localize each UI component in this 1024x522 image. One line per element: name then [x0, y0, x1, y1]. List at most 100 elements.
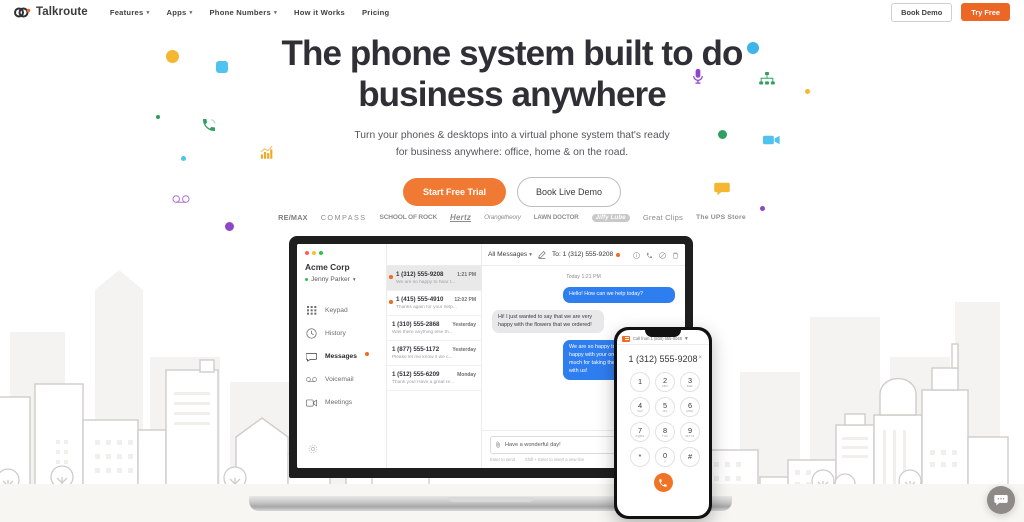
message-filter-dropdown[interactable]: All Messages ▾ — [488, 251, 532, 258]
dialpad-key-2[interactable]: 2 ABC — [655, 372, 675, 392]
nav-item-pricing[interactable]: Pricing — [362, 8, 390, 17]
message-input-value: Have a wonderful day! — [505, 442, 561, 448]
brand-logo[interactable]: Talkroute — [14, 6, 88, 18]
dialpad-key-3[interactable]: 3 DEF — [680, 372, 700, 392]
nav-item-how-it-works[interactable]: How it Works — [294, 8, 345, 17]
close-icon[interactable] — [305, 251, 309, 255]
hero-section: The phone system built to do business an… — [0, 34, 1024, 208]
dialpad-key-9[interactable]: 9 WXYZ — [680, 422, 700, 442]
sidebar-item-history[interactable]: History — [297, 328, 386, 339]
app-menu: Keypad History Messages Voicemail Meetin… — [297, 305, 386, 408]
hero-title-line-1: The phone system built to do — [281, 34, 744, 73]
conversation-recipient: To: 1 (312) 555-9208 — [551, 251, 621, 258]
nav-item-phone-numbers[interactable]: Phone Numbers ▾ — [209, 8, 277, 17]
attachment-icon[interactable] — [496, 440, 501, 450]
talkroute-logo-icon — [14, 6, 31, 18]
unread-dot-icon — [389, 300, 393, 304]
message-filter-label: All Messages — [488, 251, 528, 258]
dialpad-key-letters: ABC — [661, 383, 669, 388]
message-list-item[interactable]: 1 (312) 555-9208 1:21 PM We are so happy… — [387, 266, 481, 291]
nav-item-apps[interactable]: Apps ▾ — [166, 8, 192, 17]
clear-number-icon[interactable]: × — [698, 355, 702, 361]
hint-newline: Shift + Enter to insert a new line — [524, 457, 585, 462]
message-row-top: 1 (512) 555-6209 Monday — [392, 371, 476, 378]
client-logo-strip: RE/MAX COMPASS SCHOOL OF ROCK Hertz Oran… — [0, 213, 1024, 222]
message-list-item[interactable]: 1 (415) 555-4910 12:02 PM Thanks again f… — [387, 291, 481, 316]
start-free-trial-button[interactable]: Start Free Trial — [402, 178, 506, 207]
compose-icon[interactable] — [538, 246, 546, 264]
chevron-down-icon: ▾ — [684, 336, 688, 342]
nav-item-pricing-label: Pricing — [361, 7, 390, 17]
gear-icon[interactable] — [308, 441, 318, 459]
dialpad-key-5[interactable]: 5 JKL — [655, 397, 675, 417]
chevron-down-icon: ▾ — [146, 9, 150, 16]
nav-actions: Book Demo Try Free — [891, 2, 1010, 22]
dialed-number-value: 1 (312) 555-9208 — [628, 354, 698, 364]
chat-bubble-icon — [994, 494, 1008, 506]
message-icon — [306, 351, 317, 362]
dialpad-key-7[interactable]: 7 PQRS — [630, 422, 650, 442]
delete-icon[interactable] — [672, 246, 679, 264]
brand-name: Talkroute — [36, 6, 88, 18]
sidebar-item-meetings-label: Meetings — [325, 399, 353, 406]
message-list-item[interactable]: 1 (512) 555-6209 Monday Thank you! Have … — [387, 366, 481, 391]
sidebar-item-messages-label: Messages — [325, 353, 357, 360]
dialpad-key-letters: + — [664, 458, 666, 463]
message-preview: Thank you! Have a great re... — [392, 380, 455, 385]
dialpad-key-letters: PQRS — [635, 433, 645, 438]
message-list-item[interactable]: 1 (310) 555-2868 Yesterday Was there any… — [387, 316, 481, 341]
device-mockups: Acme Corp Jenny Parker ▾ Keypad History … — [0, 236, 1024, 522]
client-logo-remax: RE/MAX — [278, 213, 308, 222]
mute-icon[interactable] — [659, 246, 666, 264]
dialpad: 1 2 ABC 3 DEF 4 GHI 5 JKL 6 MNO 7 PQRS 8… — [617, 368, 709, 467]
sidebar-item-voicemail[interactable]: Voicemail — [297, 374, 386, 385]
sidebar-item-keypad[interactable]: Keypad — [297, 305, 386, 316]
message-bubble-outgoing: Hello! How can we help today? — [563, 287, 675, 303]
dialpad-key-0[interactable]: 0 + — [655, 447, 675, 467]
message-list-item[interactable]: 1 (877) 555-1172 Yesterday Please let me… — [387, 341, 481, 366]
call-button[interactable] — [653, 473, 673, 492]
dialpad-key-8[interactable]: 8 TUV — [655, 422, 675, 442]
info-icon[interactable] — [633, 246, 640, 264]
nav-item-phone-numbers-label: Phone Numbers — [209, 7, 271, 17]
conversation-actions — [633, 246, 679, 264]
dialpad-key-digit: 3 — [687, 375, 693, 385]
dialpad-key-1[interactable]: 1 — [630, 372, 650, 392]
client-logo-school-of-rock: SCHOOL OF ROCK — [379, 214, 438, 221]
call-icon[interactable] — [646, 246, 653, 264]
dialpad-key-4[interactable]: 4 GHI — [630, 397, 650, 417]
hint-send: Enter to send — [490, 457, 515, 462]
minimize-icon[interactable] — [312, 251, 316, 255]
decor-dot-purple — [225, 222, 234, 231]
sidebar-item-meetings[interactable]: Meetings — [297, 397, 386, 408]
message-list-header — [387, 244, 481, 266]
sidebar-item-keypad-label: Keypad — [325, 307, 348, 314]
try-free-button[interactable]: Try Free — [961, 3, 1010, 21]
book-demo-button[interactable]: Book Demo — [891, 2, 953, 22]
sidebar-item-voicemail-label: Voicemail — [325, 376, 354, 383]
chat-widget-button[interactable] — [987, 486, 1015, 514]
dialpad-key-letters: JKL — [662, 408, 668, 413]
dialpad-key-letters: GHI — [637, 408, 643, 413]
dialpad-key-hash[interactable]: # — [680, 447, 700, 467]
account-name: Acme Corp — [305, 262, 350, 272]
message-number: 1 (310) 555-2868 — [392, 321, 440, 328]
sidebar-item-messages[interactable]: Messages — [297, 351, 386, 362]
dialpad-key-digit: # — [687, 452, 693, 462]
phone-mockup: Call from 1 (800) 555-0048 ▾ 1 (312) 555… — [614, 327, 712, 519]
top-navigation: Talkroute Features ▾ Apps ▾ Phone Number… — [0, 0, 1024, 24]
message-time: 1:21 PM — [457, 272, 476, 278]
dialpad-key-star[interactable]: * — [630, 447, 650, 467]
dialpad-key-6[interactable]: 6 MNO — [680, 397, 700, 417]
dialpad-key-letters: TUV — [661, 433, 669, 438]
dialpad-key-letters: WXYZ — [685, 433, 695, 438]
conversation-recipient-label: To: 1 (312) 555-9208 — [551, 251, 614, 258]
user-status[interactable]: Jenny Parker ▾ — [297, 272, 386, 283]
nav-item-how-it-works-label: How it Works — [293, 7, 345, 17]
nav-item-apps-label: Apps — [166, 7, 187, 17]
nav-item-features[interactable]: Features ▾ — [110, 8, 150, 17]
maximize-icon[interactable] — [319, 251, 323, 255]
dialed-number: 1 (312) 555-9208 × — [617, 345, 709, 368]
book-live-demo-button[interactable]: Book Live Demo — [516, 177, 622, 208]
nav-links: Features ▾ Apps ▾ Phone Numbers ▾ How it… — [110, 8, 390, 17]
